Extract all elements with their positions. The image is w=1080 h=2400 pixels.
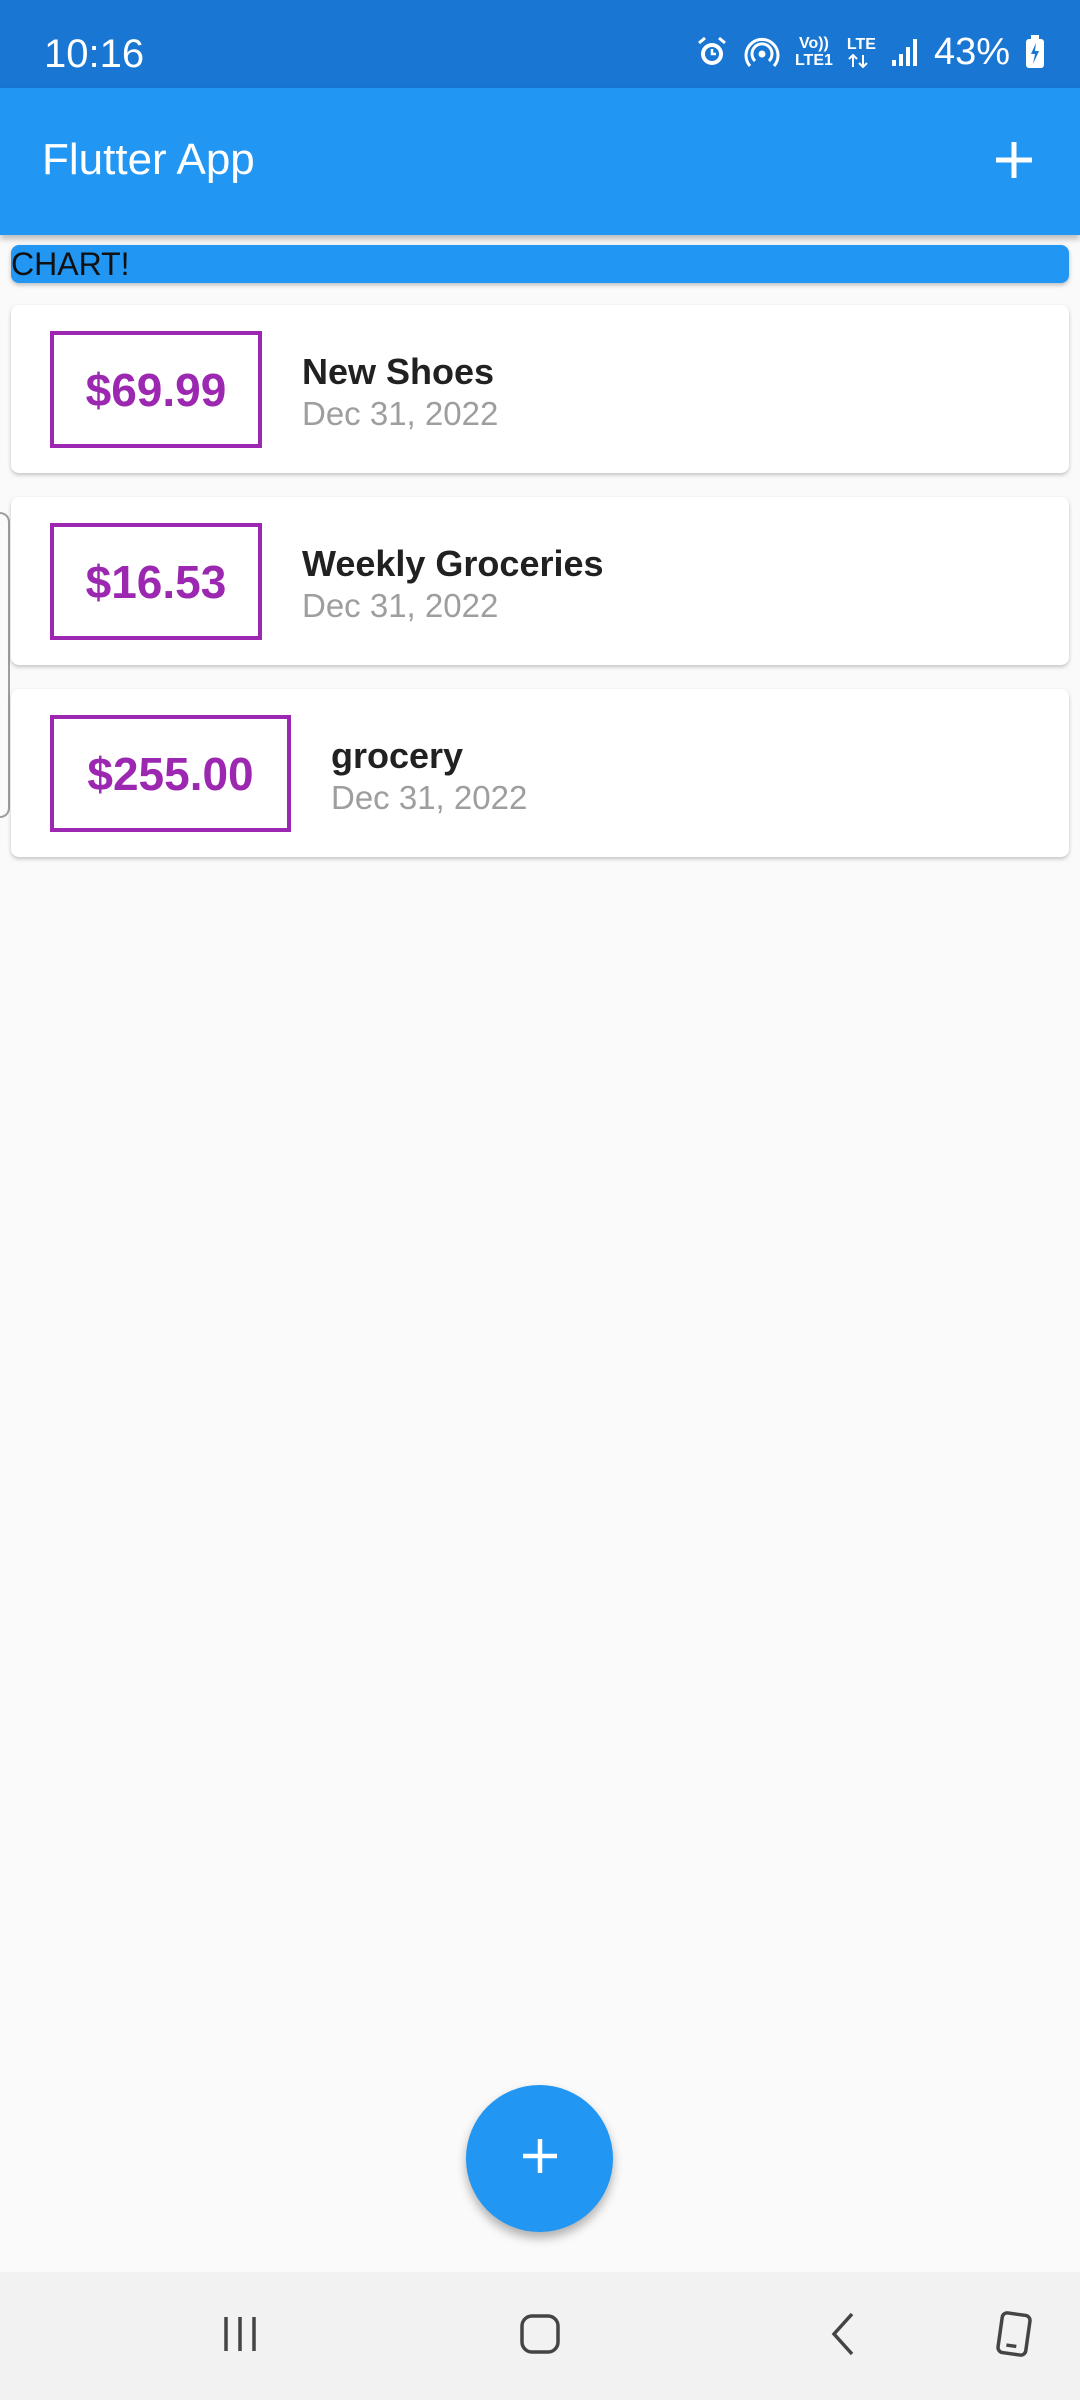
lte-arrows-icon (847, 53, 876, 69)
transaction-date: Dec 31, 2022 (331, 779, 528, 816)
transaction-card[interactable]: $69.99 New Shoes Dec 31, 2022 (11, 305, 1069, 473)
chart-label: CHART! (11, 246, 130, 282)
rotate-screen-button[interactable] (974, 2300, 1054, 2372)
amount-box: $255.00 (50, 715, 291, 832)
recent-apps-icon (218, 2313, 262, 2360)
hotspot-icon (743, 35, 781, 69)
add-icon (992, 138, 1036, 187)
transaction-title: New Shoes (302, 351, 495, 392)
amount-box: $69.99 (50, 331, 262, 448)
transaction-date: Dec 31, 2022 (302, 587, 499, 624)
fab-add-button[interactable] (466, 2085, 613, 2232)
transaction-title: grocery (331, 735, 464, 776)
amount-text: $16.53 (85, 555, 227, 608)
edge-panel-handle[interactable] (0, 512, 10, 818)
back-button[interactable] (804, 2300, 884, 2372)
status-time: 10:16 (44, 32, 145, 76)
status-icons: Vo)) LTE1 LTE 43% (695, 30, 1046, 74)
volte-top-label: Vo)) (798, 35, 829, 52)
add-transaction-button[interactable] (972, 120, 1056, 204)
amount-text: $69.99 (85, 363, 227, 416)
amount-box: $16.53 (50, 523, 262, 640)
battery-percent: 43% (933, 30, 1010, 73)
transaction-title: Weekly Groceries (302, 543, 604, 584)
alarm-icon (695, 35, 729, 69)
transaction-card[interactable]: $255.00 grocery Dec 31, 2022 (11, 689, 1069, 857)
home-button[interactable] (500, 2300, 580, 2372)
transaction-card[interactable]: $16.53 Weekly Groceries Dec 31, 2022 (11, 497, 1069, 665)
amount-text: $255.00 (87, 747, 254, 800)
app-title: Flutter App (42, 135, 255, 184)
status-bar: 10:16 Vo)) LTE1 LTE 43% (0, 0, 1080, 88)
volte-icon: Vo)) LTE1 (795, 35, 833, 69)
battery-icon (1024, 34, 1046, 70)
lte-label: LTE (846, 35, 876, 53)
rotate-screen-icon (994, 2310, 1034, 2363)
back-icon (824, 2310, 864, 2363)
app-bar: Flutter App (0, 88, 1080, 235)
chart-card: CHART! (11, 245, 1069, 283)
system-nav-bar (0, 2272, 1080, 2400)
recent-apps-button[interactable] (200, 2300, 280, 2372)
signal-icon (890, 36, 920, 68)
add-icon (518, 2134, 562, 2183)
transaction-date: Dec 31, 2022 (302, 395, 499, 432)
home-icon (518, 2312, 562, 2361)
lte-icon: LTE (847, 36, 876, 69)
volte-bottom-label: LTE1 (794, 52, 833, 69)
